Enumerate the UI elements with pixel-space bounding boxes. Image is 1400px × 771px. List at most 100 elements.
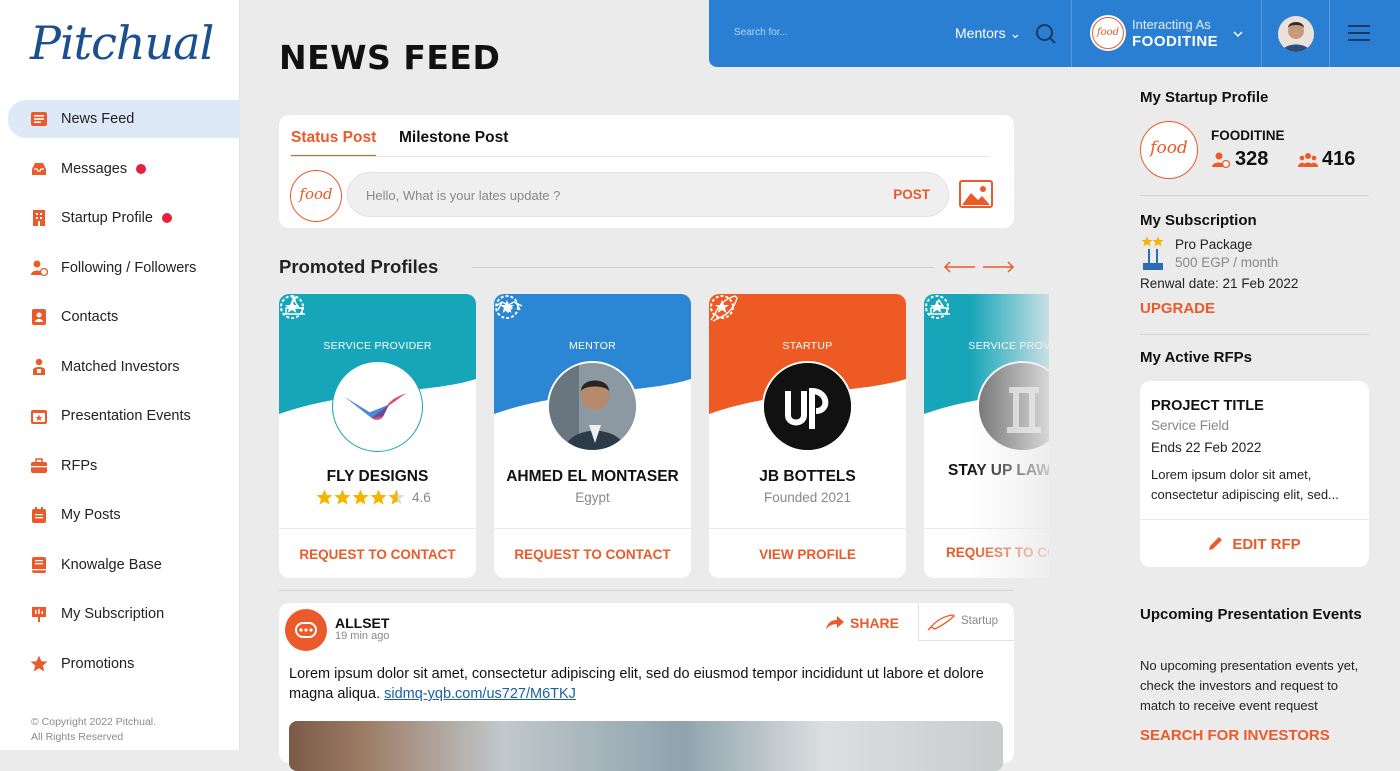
sidebar-item-presentation-events[interactable]: Presentation Events [8,397,240,435]
building-icon [30,209,48,227]
rfp-card[interactable]: PROJECT TITLE Service Field Ends 22 Feb … [1140,381,1369,567]
divider [494,528,691,529]
search-input[interactable]: Search for... [734,27,788,38]
carousel-arrows[interactable] [943,258,1015,276]
interacting-name[interactable]: FOODITINE [1132,33,1218,50]
active-rfps-heading: My Active RFPs [1140,349,1252,366]
startup-avatar: food [290,170,342,222]
post-body: Lorem ipsum dolor sit amet, consectetur … [289,666,984,702]
sidebar-item-following-followers[interactable]: Following / Followers [8,249,240,287]
profile-founded: Founded 2021 [763,490,852,505]
sidebar-item-matched-investors[interactable]: Matched Investors [8,348,240,386]
interacting-avatar[interactable]: food [1090,15,1126,51]
profile-type: SERVICE PROVIDER [323,340,432,352]
status-input-placeholder: Hello, What is your lates update ? [366,188,561,203]
divider [291,156,988,157]
notification-dot [161,213,172,223]
user-avatar[interactable] [1278,16,1314,52]
status-input[interactable]: Hello, What is your lates update ? POST [347,172,949,217]
sidebar-item-news-feed[interactable]: News Feed [8,100,240,138]
divider [1329,0,1330,67]
star-full-icon [316,489,333,505]
star-full-icon [334,489,351,505]
contact-card-icon [30,308,48,326]
post-image[interactable] [289,721,1003,771]
handshake-icon [495,301,523,313]
hamburger-menu-icon[interactable] [1348,24,1370,42]
sidebar-item-startup-profile[interactable]: Startup Profile [8,199,240,237]
group-icon [1298,152,1318,167]
post-link[interactable]: sidmq-yqb.com/us727/M6TKJ [384,686,576,702]
posts-icon [30,506,48,524]
divider [279,590,1014,591]
subscription-price: 500 EGP / month [1175,255,1279,270]
sidebar-item-label: Startup Profile [61,210,153,226]
star-icon [30,655,48,673]
post-category-tag: Startup [918,603,1014,641]
mentor-photo [547,361,638,452]
pitchual-logo[interactable]: Pitchual [30,16,214,70]
sidebar-item-contacts[interactable]: Contacts [8,298,240,336]
view-profile-button[interactable]: VIEW PROFILE [709,547,906,562]
profile-card[interactable]: SERVICE PROVIDER FLY DESIGNS 4.6 REQUEST… [279,294,476,578]
upcoming-events-text: No upcoming presentation events yet, che… [1140,658,1359,713]
sidebar-item-promotions[interactable]: Promotions [8,645,240,683]
sidebar-item-label: Following / Followers [61,259,197,276]
sidebar-item-messages[interactable]: Messages [8,150,240,188]
notification-dot [136,163,147,174]
subscription-icon [30,605,48,623]
profile-name: FLY DESIGNS [326,468,429,485]
post-button[interactable]: POST [893,187,930,202]
upcoming-events-heading: Upcoming Presentation Events [1140,606,1362,623]
rocket-icon [710,295,738,322]
following-count: 416 [1298,148,1355,171]
feed-post: ALLSET 19 min ago SHARE Startup Lorem ip… [279,603,1014,771]
sidebar-item-label: RFPs [61,457,98,474]
tab-status-post[interactable]: Status Post [291,129,377,157]
pencil-icon [1209,537,1223,550]
calendar-star-icon [30,407,48,425]
chevron-down-icon[interactable] [1233,30,1243,38]
tab-milestone-post[interactable]: Milestone Post [399,129,508,147]
sidebar-item-my-posts[interactable]: My Posts [8,496,240,534]
profile-type: MENTOR [568,340,617,352]
rfp-title: PROJECT TITLE [1151,398,1264,414]
subscription-package: Pro Package [1175,237,1253,252]
star-half-icon [388,489,405,505]
page-title: NEWS FEED [279,38,501,77]
service-provider-icon [928,298,950,315]
sidebar-item-label: Contacts [61,309,119,325]
request-to-contact-button[interactable]: REQUEST TO CONTACT [279,547,476,562]
copyright: © Copyright 2022 Pitchual. All Rights Re… [31,716,157,743]
sidebar-item-knowledge-base[interactable]: Knowalge Base [8,546,240,584]
rfp-description: Lorem ipsum dolor sit amet, consectetur … [1151,467,1339,502]
image-upload-icon[interactable] [959,180,993,208]
search-icon[interactable] [1035,23,1057,45]
sidebar-item-label: Promotions [61,655,135,672]
profile-card[interactable]: MENTOR AHMED EL MONTASER Egypt REQUEST T… [494,294,691,578]
divider [709,528,906,529]
sidebar-item-my-subscription[interactable]: My Subscription [8,595,240,633]
share-button[interactable]: SHARE [825,614,899,632]
search-investors-link[interactable]: SEARCH FOR INVESTORS [1140,727,1330,744]
star-full-icon [352,489,369,505]
divider [1140,334,1369,335]
divider [279,528,476,529]
profile-card[interactable]: STARTUP JB BOTTELS Founded 2021 VIEW PRO… [709,294,906,578]
edit-rfp-button[interactable]: EDIT RFP [1140,535,1369,553]
divider [1261,0,1262,67]
divider [1140,195,1369,196]
request-to-contact-button[interactable]: REQUEST TO CONTACT [494,547,691,562]
search-scope-dropdown[interactable]: Mentors ⌄ [955,25,1021,42]
fly-designs-logo [332,361,423,452]
carousel-fade [970,294,1050,580]
upgrade-button[interactable]: UPGRADE [1140,300,1215,317]
post-author-name[interactable]: ALLSET [335,615,389,631]
sidebar-item-rfps[interactable]: RFPs [8,447,240,485]
startup-profile-heading: My Startup Profile [1140,89,1269,106]
sidebar-item-label: My Posts [61,507,121,523]
user-follow-icon [30,259,49,277]
rfp-end-date: Ends 22 Feb 2022 [1151,440,1262,455]
startup-logo[interactable]: food [1140,121,1198,179]
post-author-avatar[interactable] [285,609,327,651]
